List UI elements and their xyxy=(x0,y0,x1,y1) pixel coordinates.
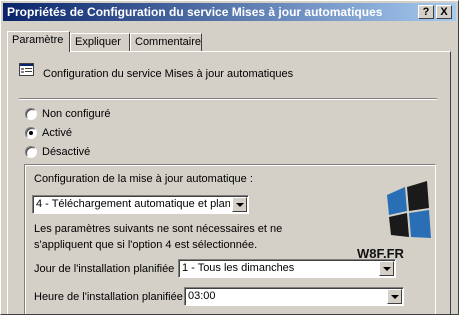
day-dropdown-value: 1 - Tous les dimanches xyxy=(182,262,295,274)
radio-button-selected[interactable] xyxy=(25,127,37,139)
config-dropdown[interactable]: 4 - Téléchargement automatique et planif… xyxy=(32,195,249,214)
radio-label: Désactivé xyxy=(42,146,91,158)
tab-parametre[interactable]: Paramètre xyxy=(7,31,70,52)
close-button[interactable]: X xyxy=(436,5,452,19)
help-button[interactable]: ? xyxy=(418,5,434,19)
day-label: Jour de l'installation planifiée : xyxy=(34,263,181,275)
properties-dialog: Propriétés de Configuration du service M… xyxy=(0,0,459,315)
radio-button[interactable] xyxy=(25,146,37,158)
note-line-2: s'appliquent que si l'option 4 est sélec… xyxy=(34,239,258,251)
tab-expliquer[interactable]: Expliquer xyxy=(70,33,130,51)
time-dropdown[interactable]: 03:00 xyxy=(184,287,404,306)
time-label: Heure de l'installation planifiée : xyxy=(34,291,189,303)
policy-setting-icon xyxy=(19,63,34,76)
chevron-down-icon[interactable] xyxy=(387,289,402,304)
tab-commentaire[interactable]: Commentaire xyxy=(130,33,202,51)
radio-label: Activé xyxy=(42,127,72,139)
time-dropdown-value: 03:00 xyxy=(188,290,216,302)
day-dropdown[interactable]: 1 - Tous les dimanches xyxy=(178,259,396,278)
header-title: Configuration du service Mises à jour au… xyxy=(43,68,294,80)
chevron-down-icon[interactable] xyxy=(232,197,247,212)
watermark-text: W8F.FR xyxy=(357,246,404,261)
note-line-1: Les paramètres suivants ne sont nécessai… xyxy=(34,223,283,235)
chevron-down-icon[interactable] xyxy=(379,261,394,276)
window-title: Propriétés de Configuration du service M… xyxy=(7,5,383,19)
config-label: Configuration de la mise à jour automati… xyxy=(34,173,253,185)
config-dropdown-value: 4 - Téléchargement automatique et planif… xyxy=(36,198,230,210)
separator xyxy=(19,98,437,100)
radio-label: Non configuré xyxy=(42,108,111,120)
radio-button[interactable] xyxy=(25,108,37,120)
title-bar: Propriétés de Configuration du service M… xyxy=(3,3,456,21)
